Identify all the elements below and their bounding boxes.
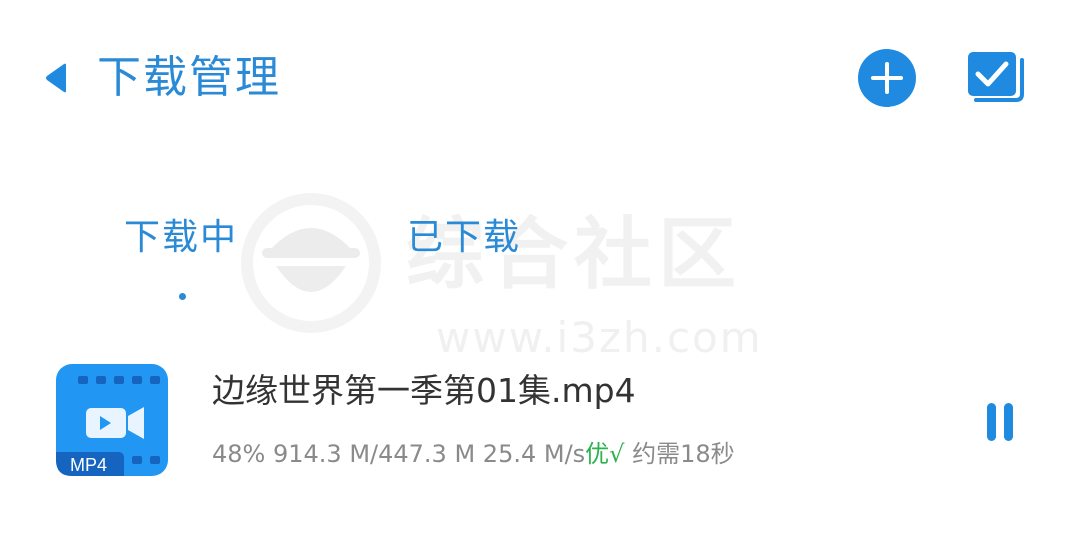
plus-icon	[871, 62, 903, 94]
page-title: 下载管理	[97, 52, 281, 103]
download-stats: 48% 914.3 M/447.3 M 25.4 M/s优√ 约需18秒	[212, 438, 735, 470]
pause-icon	[987, 403, 996, 441]
watermark-logo-icon	[241, 193, 381, 333]
size-text: 914.3 M/447.3 M	[272, 440, 476, 468]
progress-percent: 48%	[212, 440, 266, 468]
watermark: 综合社区 www.i3zh.com	[236, 186, 836, 366]
download-item[interactable]: MP4 边缘世界第一季第01集.mp4 48% 914.3 M/447.3 M …	[0, 350, 1080, 490]
active-tab-indicator	[179, 293, 186, 300]
multi-select-button[interactable]	[964, 50, 1026, 108]
pause-button[interactable]	[978, 400, 1022, 444]
quality-check-icon: √	[609, 440, 625, 468]
file-name: 边缘世界第一季第01集.mp4	[212, 371, 636, 410]
add-download-button[interactable]	[858, 49, 916, 107]
back-button[interactable]	[36, 58, 76, 98]
download-speed: 25.4 M/s	[482, 440, 586, 468]
quality-badge: 优	[585, 440, 610, 468]
checkbox-multi-icon	[968, 52, 1024, 102]
pause-icon-bar	[1004, 403, 1013, 441]
file-type-label: MP4	[70, 455, 108, 475]
remaining-time: 约需18秒	[632, 440, 735, 468]
tab-downloading[interactable]: 下载中	[124, 216, 238, 260]
tab-downloaded[interactable]: 已下载	[407, 216, 521, 260]
back-arrow-icon	[46, 63, 66, 93]
